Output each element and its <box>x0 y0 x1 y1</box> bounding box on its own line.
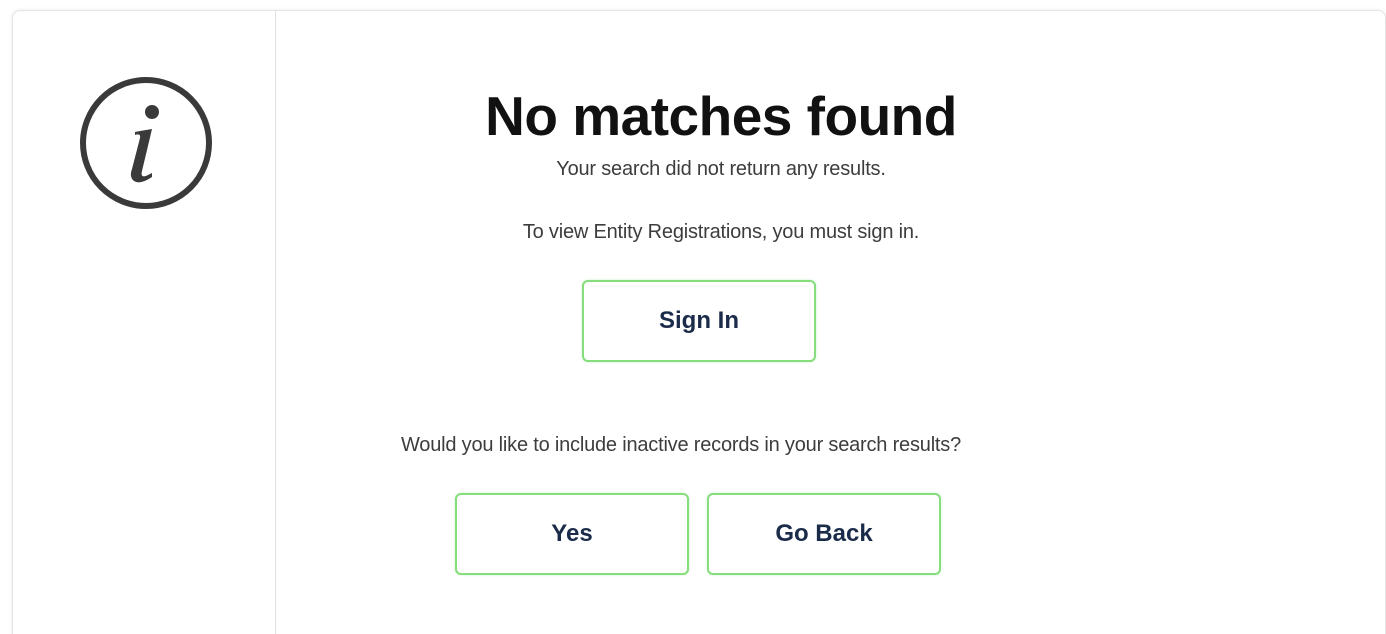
inactive-records-prompt: Would you like to include inactive recor… <box>400 434 962 456</box>
go-back-button[interactable]: Go Back <box>707 493 941 575</box>
page: No matches found Your search did not ret… <box>0 0 1386 634</box>
info-icon <box>80 77 212 209</box>
signin-prompt: To view Entity Registrations, you must s… <box>522 221 920 243</box>
sign-in-button[interactable]: Sign In <box>582 280 816 362</box>
no-results-card: No matches found Your search did not ret… <box>12 10 1386 634</box>
message-content: No matches found Your search did not ret… <box>276 11 1385 634</box>
yes-button[interactable]: Yes <box>455 493 689 575</box>
icon-column <box>13 11 276 634</box>
page-title: No matches found <box>485 85 957 147</box>
results-subtitle: Your search did not return any results. <box>556 158 886 180</box>
